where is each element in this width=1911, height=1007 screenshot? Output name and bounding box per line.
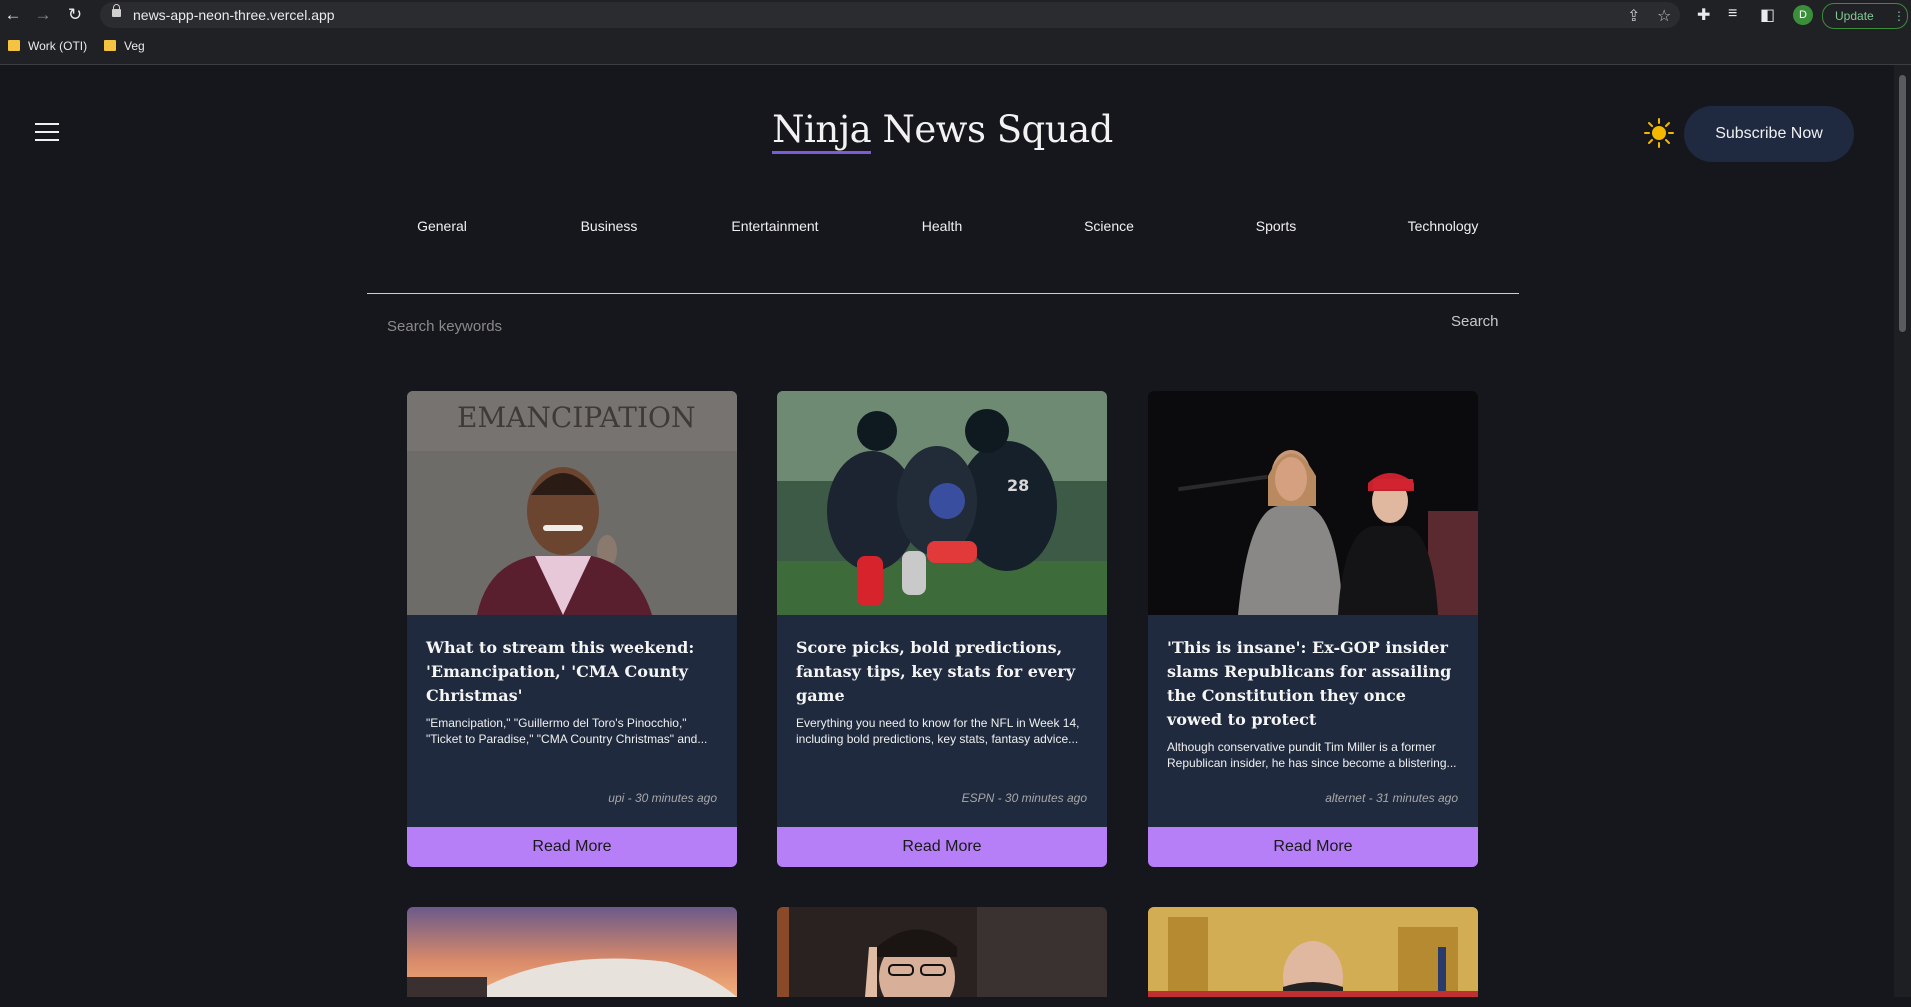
bookmark-work[interactable]: Work (OTI) — [8, 39, 87, 53]
bookmark-veg[interactable]: Veg — [104, 39, 145, 53]
bookmarks-bar: Work (OTI) Veg — [0, 34, 1911, 60]
article-source-time: alternet - 31 minutes ago — [1325, 791, 1458, 805]
category-sports[interactable]: Sports — [1256, 218, 1296, 234]
article-card — [407, 907, 737, 1007]
menu-dots-icon: ⋮ — [1893, 9, 1905, 23]
search-input[interactable] — [385, 313, 1289, 339]
category-health[interactable]: Health — [922, 218, 962, 234]
article-image[interactable] — [777, 907, 1107, 1007]
address-bar[interactable]: news-app-neon-three.vercel.app ⇪ ☆ — [100, 2, 1680, 28]
article-card — [777, 907, 1107, 1007]
search-button[interactable]: Search — [1451, 313, 1499, 330]
search-divider — [367, 293, 1519, 294]
category-business[interactable]: Business — [581, 218, 638, 234]
sidepanel-icon[interactable]: ◧ — [1760, 5, 1775, 25]
folder-icon — [104, 40, 116, 51]
browser-chrome: ← → ↻ news-app-neon-three.vercel.app ⇪ ☆… — [0, 0, 1911, 65]
scrollbar-thumb[interactable] — [1899, 75, 1906, 332]
article-card: 'This is insane': Ex-GOP insider slams R… — [1148, 391, 1478, 867]
update-button[interactable]: Update ⋮ — [1822, 3, 1908, 29]
category-nav: General Business Entertainment Health Sc… — [362, 218, 1522, 240]
sun-icon[interactable] — [1644, 118, 1674, 148]
star-icon[interactable]: ☆ — [1657, 6, 1671, 26]
article-description: Everything you need to know for the NFL … — [796, 716, 1080, 746]
article-image[interactable] — [1148, 907, 1478, 1007]
article-description: Although conservative pundit Tim Miller … — [1167, 740, 1457, 770]
article-card — [1148, 907, 1478, 1007]
article-description: "Emancipation," "Guillermo del Toro's Pi… — [426, 716, 708, 746]
read-more-button[interactable]: Read More — [407, 827, 737, 867]
read-more-button[interactable]: Read More — [777, 827, 1107, 867]
category-entertainment[interactable]: Entertainment — [731, 218, 818, 234]
svg-text:28: 28 — [1007, 476, 1029, 495]
puzzle-icon[interactable]: ✚ — [1697, 5, 1710, 25]
url-text[interactable]: news-app-neon-three.vercel.app — [133, 7, 335, 23]
article-image[interactable] — [407, 907, 737, 997]
article-card: 28 Score picks, bold predictions, fantas… — [777, 391, 1107, 867]
article-image[interactable]: 28 — [777, 391, 1107, 615]
lock-icon — [112, 4, 121, 17]
chrome-divider — [0, 64, 1911, 65]
forward-arrow-icon[interactable]: → — [32, 4, 54, 26]
category-general[interactable]: General — [417, 218, 467, 234]
article-image[interactable]: EMANCIPATION — [407, 391, 737, 615]
article-source-time: ESPN - 30 minutes ago — [961, 791, 1087, 805]
share-icon[interactable]: ⇪ — [1627, 6, 1640, 26]
article-image[interactable] — [1148, 391, 1478, 615]
profile-avatar[interactable]: D — [1793, 5, 1813, 25]
page-scrollbar[interactable] — [1894, 65, 1911, 997]
reload-icon[interactable]: ↻ — [64, 4, 86, 26]
reading-list-icon[interactable]: ≡ — [1728, 5, 1737, 23]
svg-text:EMANCIPATION: EMANCIPATION — [457, 401, 695, 434]
back-arrow-icon[interactable]: ← — [2, 4, 24, 26]
category-technology[interactable]: Technology — [1408, 218, 1479, 234]
update-label: Update — [1835, 9, 1874, 23]
site-title: Ninja News Squad — [0, 108, 1885, 154]
browser-toolbar: ← → ↻ news-app-neon-three.vercel.app ⇪ ☆… — [0, 0, 1911, 30]
folder-icon — [8, 40, 20, 51]
article-card: EMANCIPATION What to stream this weekend… — [407, 391, 737, 867]
article-title[interactable]: Score picks, bold predictions, fantasy t… — [796, 636, 1090, 708]
article-title[interactable]: What to stream this weekend: 'Emancipati… — [426, 636, 720, 708]
subscribe-button[interactable]: Subscribe Now — [1684, 106, 1854, 162]
article-title[interactable]: 'This is insane': Ex-GOP insider slams R… — [1167, 636, 1461, 732]
category-science[interactable]: Science — [1084, 218, 1134, 234]
read-more-button[interactable]: Read More — [1148, 827, 1478, 867]
article-source-time: upi - 30 minutes ago — [608, 791, 717, 805]
